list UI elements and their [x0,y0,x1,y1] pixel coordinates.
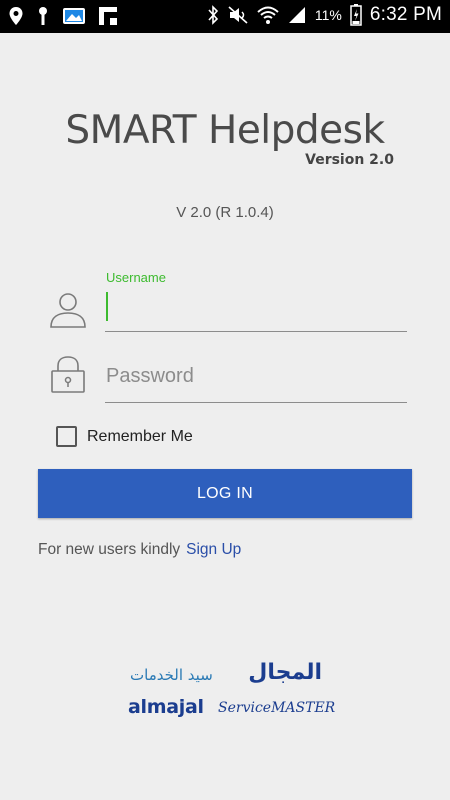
signup-prompt: For new users kindly [38,541,181,558]
gallery-icon [63,8,85,24]
logo-latin-tagline: ServiceMASTER [218,700,336,716]
battery-icon [350,4,362,26]
key-icon [39,7,47,25]
password-placeholder: Password [106,365,194,387]
almajal-logo: سيد الخدمات المجال almajal ServiceMASTER [126,660,335,720]
app-subtitle: Version 2.0 [305,152,394,168]
battery-percent: 11% [314,7,342,23]
signal-icon [288,7,305,23]
clock: 6:32 PM [369,4,442,25]
logo-latin-name: almajal [128,696,204,718]
username-underline [105,331,407,332]
status-bar: 11% 6:32 PM [0,0,450,33]
app-title: SMART Helpdesk [65,108,385,153]
user-icon [50,293,86,328]
logo-arabic-tagline: سيد الخدمات [130,666,213,684]
username-label: Username [106,270,166,285]
remember-me-checkbox[interactable] [56,426,77,447]
signup-row: For new users kindly Sign Up [38,541,241,559]
password-underline [105,402,407,403]
wifi-icon [257,6,279,24]
mute-icon [228,6,248,24]
logo-arabic-name: المجال [248,660,322,685]
app-header: SMART Helpdesk Version 2.0 [50,108,400,168]
status-bar-right: 11% 6:32 PM [207,4,442,26]
signup-link[interactable]: Sign Up [186,541,241,558]
bluetooth-icon [208,5,218,25]
lock-icon [51,356,85,393]
location-icon [9,7,23,25]
status-bar-left [8,6,118,26]
remember-me-label[interactable]: Remember Me [87,428,193,446]
flipboard-icon [99,7,117,25]
version-label: V 2.0 (R 1.0.4) [176,204,274,221]
username-input[interactable] [105,288,407,332]
login-button[interactable]: LOG IN [38,469,412,518]
